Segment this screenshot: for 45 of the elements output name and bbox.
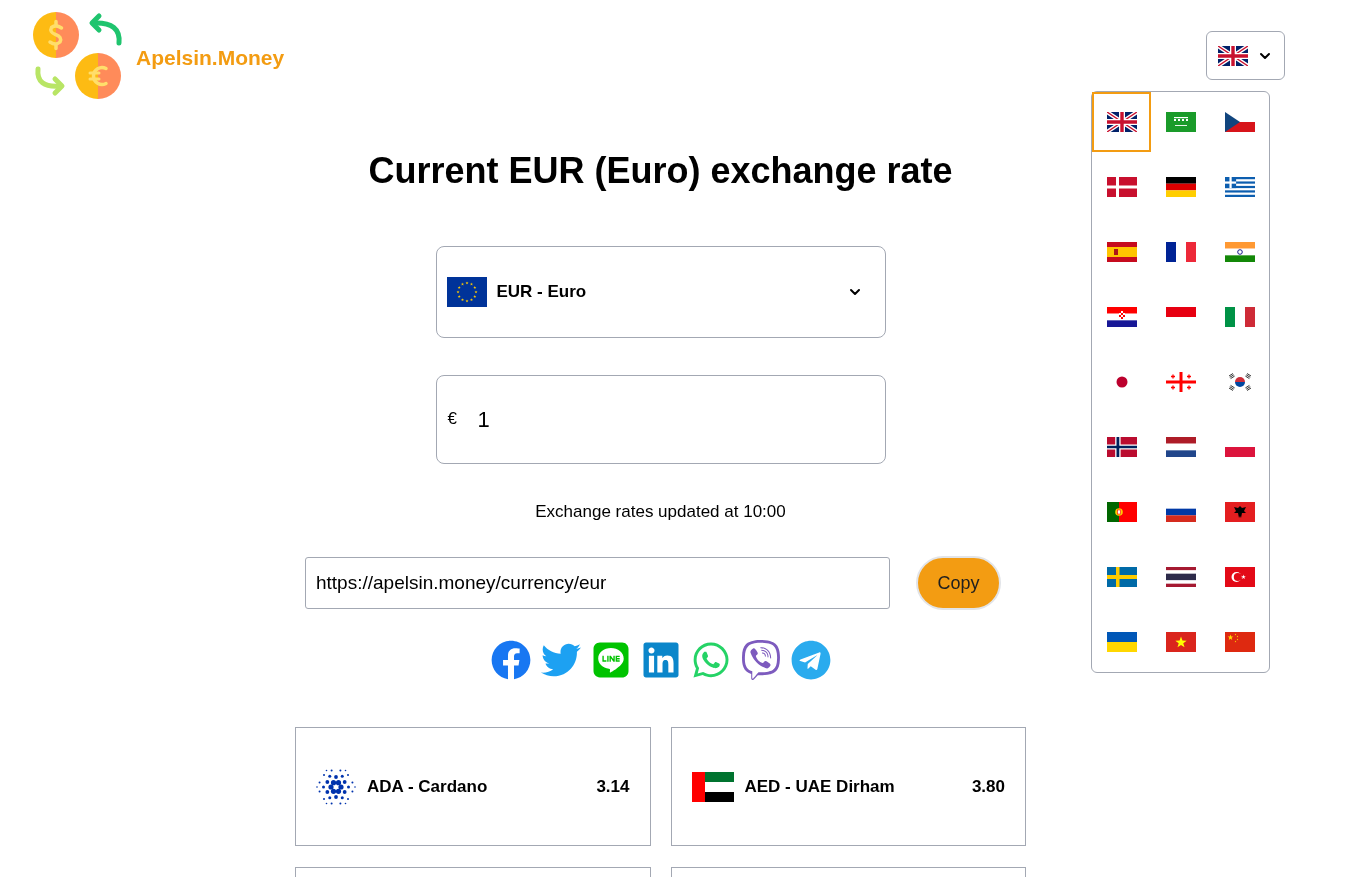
- france-flag-icon: [1165, 242, 1196, 262]
- albania-flag-icon: [1224, 502, 1255, 522]
- copy-button[interactable]: Copy: [916, 556, 1001, 610]
- language-option[interactable]: [1092, 92, 1151, 152]
- germany-flag-icon: [1165, 177, 1196, 197]
- united-kingdom-flag-icon: [1106, 112, 1137, 132]
- china-flag-icon: [1224, 632, 1255, 652]
- coins-exchange-logo-icon: [33, 12, 123, 102]
- turkey-flag-icon: [1224, 567, 1255, 587]
- viber-icon[interactable]: [740, 640, 781, 680]
- georgia-flag-icon: [1165, 372, 1196, 392]
- united-kingdom-flag-icon: [1218, 45, 1248, 66]
- poland-flag-icon: [1224, 447, 1255, 457]
- netherlands-flag-icon: [1165, 437, 1196, 457]
- currency-card[interactable]: ADA - Cardano 3.14: [295, 727, 651, 846]
- denmark-flag-icon: [1106, 177, 1137, 197]
- update-note: Exchange rates updated at 10:00: [535, 501, 786, 523]
- portugal-flag-icon: [1106, 502, 1137, 522]
- india-flag-icon: [1224, 242, 1255, 262]
- greece-flag-icon: [1224, 177, 1255, 197]
- indonesia-flag-icon: [1165, 307, 1196, 317]
- vietnam-flag-icon: [1165, 632, 1196, 652]
- currency-select[interactable]: EUR - Euro: [435, 246, 886, 338]
- telegram-icon[interactable]: [790, 640, 831, 680]
- european-union-flag-icon: [446, 277, 487, 307]
- uae-flag-icon: [691, 771, 734, 802]
- thailand-flag-icon: [1165, 567, 1196, 587]
- page-title: Current EUR (Euro) exchange rate: [368, 149, 953, 193]
- saudi-arabia-flag-icon: [1165, 112, 1196, 132]
- croatia-flag-icon: [1106, 307, 1137, 327]
- language-button[interactable]: [1206, 31, 1285, 80]
- facebook-icon[interactable]: [490, 640, 531, 680]
- sweden-flag-icon: [1106, 567, 1137, 587]
- currency-symbol: €: [447, 408, 457, 430]
- exchange-rate: 3.14: [596, 775, 630, 798]
- italy-flag-icon: [1224, 307, 1255, 327]
- currency-name: ADA - Cardano: [367, 775, 489, 798]
- norway-flag-icon: [1106, 437, 1137, 457]
- currency-name: AED - UAE Dirham: [744, 775, 896, 798]
- ukraine-flag-icon: [1106, 632, 1137, 652]
- spain-flag-icon: [1106, 242, 1137, 262]
- exchange-rate: 3.80: [971, 775, 1005, 798]
- currency-card[interactable]: AED - UAE Dirham 3.80: [670, 727, 1026, 846]
- url-field[interactable]: https://apelsin.money/currency/eur: [305, 557, 890, 609]
- czech-flag-icon: [1224, 112, 1255, 132]
